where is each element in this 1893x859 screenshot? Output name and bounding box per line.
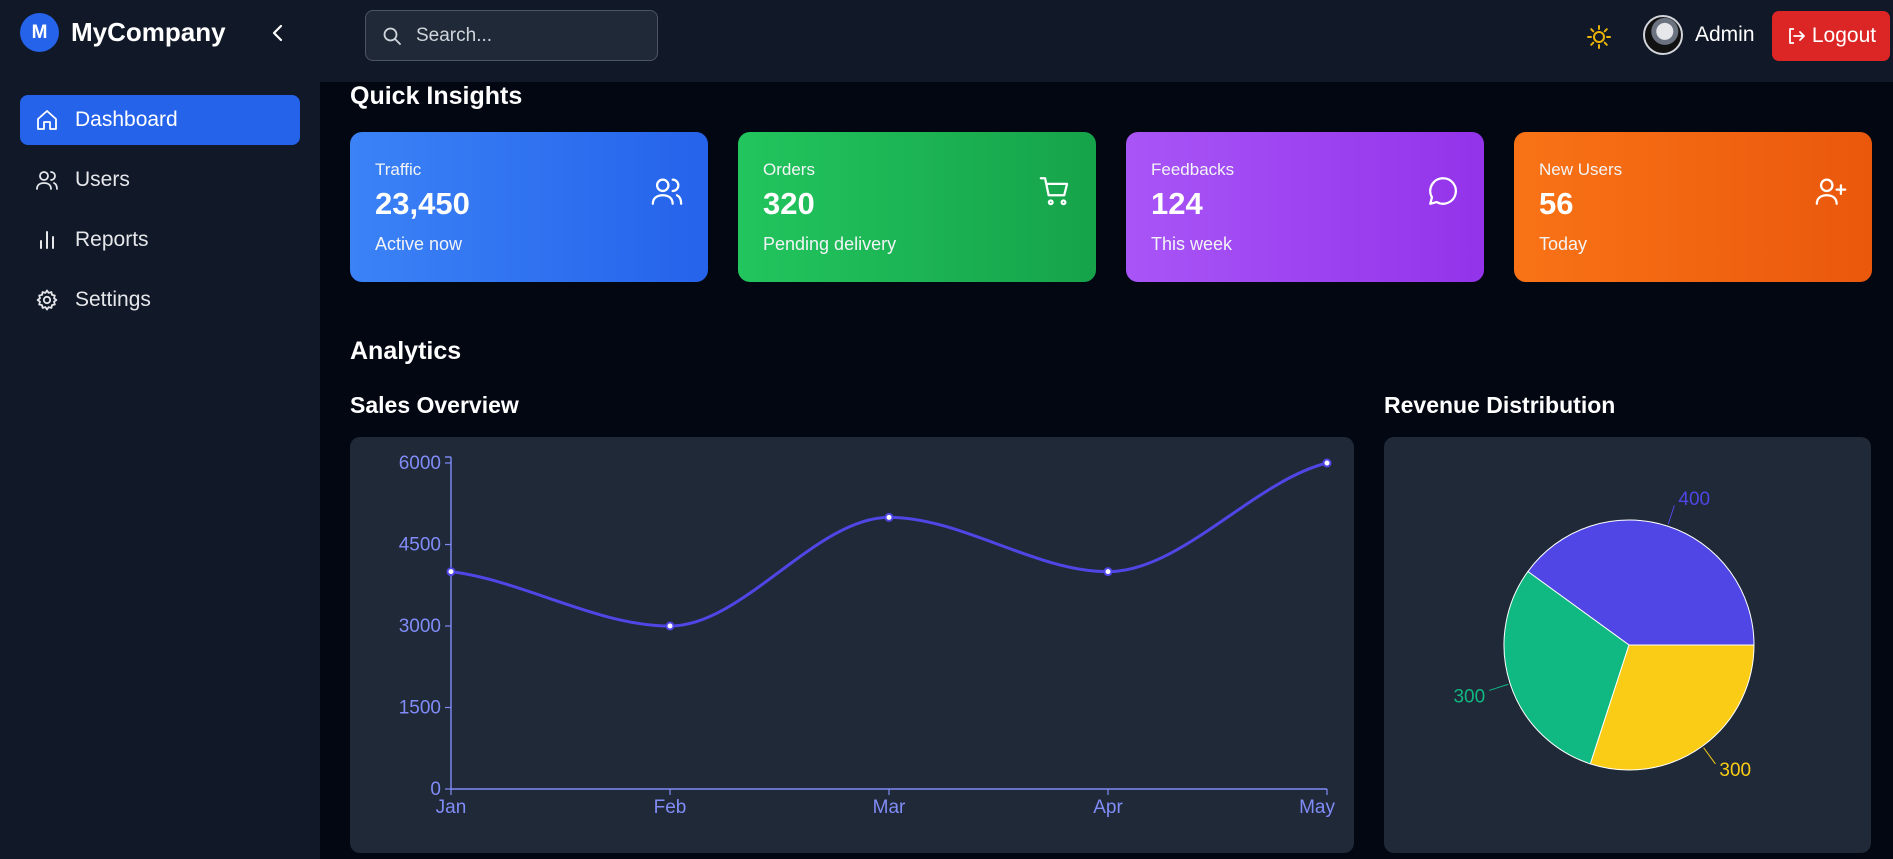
brand-logo: M <box>20 13 59 52</box>
sales-chart-panel: 0 1500 3000 4500 6000 Jan Feb Mar Apr May <box>350 437 1354 853</box>
brand-name: MyCompany <box>71 17 226 47</box>
sidebar-item-reports[interactable]: Reports <box>20 215 300 265</box>
bar-chart-icon <box>35 227 61 253</box>
cart-icon <box>1039 177 1069 206</box>
top-bar: M MyCompany Admin Logout <box>0 0 1893 82</box>
card-subtitle: Active now <box>375 234 463 254</box>
y-tick-label: 4500 <box>399 535 441 556</box>
x-tick-label: Mar <box>873 797 906 818</box>
sales-series-line <box>450 461 1328 628</box>
y-tick-label: 1500 <box>399 698 441 719</box>
pie-value-label: 300 <box>1453 686 1485 707</box>
search-icon <box>383 27 401 45</box>
brand[interactable]: M MyCompany <box>20 13 226 52</box>
data-point <box>446 567 456 577</box>
pie-label-leader <box>1667 505 1675 525</box>
search-box[interactable] <box>365 10 658 61</box>
x-tick-label: Jan <box>436 797 467 818</box>
data-point <box>1103 567 1113 577</box>
sun-icon <box>1587 25 1611 49</box>
stat-card-new-users[interactable]: New Users 56 Today <box>1514 132 1872 282</box>
sidebar-item-label: Settings <box>75 288 151 311</box>
theme-toggle-button[interactable] <box>1586 24 1612 50</box>
data-point <box>665 621 675 631</box>
avatar <box>1643 15 1683 55</box>
home-icon <box>35 107 61 133</box>
revenue-chart-panel: 400 300 300 <box>1384 437 1871 853</box>
stat-card-orders[interactable]: Orders 320 Pending delivery <box>738 132 1096 282</box>
sidebar-item-settings[interactable]: Settings <box>20 275 300 325</box>
revenue-pie-chart: 400 300 300 <box>1453 489 1755 781</box>
analytics-heading: Analytics <box>350 337 462 365</box>
sidebar-item-label: Reports <box>75 228 149 251</box>
sidebar: Dashboard Users Reports Settings <box>0 82 320 859</box>
y-tick-label: 6000 <box>399 453 441 474</box>
logout-button[interactable]: Logout <box>1772 11 1890 61</box>
user-plus-icon <box>1815 178 1847 205</box>
pie-label-leader <box>1489 683 1509 691</box>
stat-card-traffic[interactable]: Traffic 23,450 Active now <box>350 132 708 282</box>
card-title: Feedbacks <box>1151 160 1235 179</box>
users-icon <box>35 167 61 193</box>
sidebar-collapse-button[interactable] <box>265 18 291 48</box>
card-title: New Users <box>1539 160 1623 179</box>
pie-value-label: 400 <box>1678 489 1710 510</box>
quick-insights-heading: Quick Insights <box>350 82 523 110</box>
gear-icon <box>35 287 61 313</box>
card-value: 56 <box>1539 186 1574 221</box>
sidebar-item-users[interactable]: Users <box>20 155 300 205</box>
user-name: Admin <box>1695 23 1755 46</box>
data-point <box>1322 458 1332 468</box>
revenue-distribution-title: Revenue Distribution <box>1384 392 1616 418</box>
chevron-left-icon <box>272 24 283 42</box>
x-tick-label: Apr <box>1093 797 1123 818</box>
card-value: 320 <box>763 186 815 221</box>
sales-line-chart: 01500300045006000Jan Feb Mar Apr May <box>399 453 1336 818</box>
data-point <box>884 512 894 522</box>
users-icon <box>651 178 683 205</box>
message-icon <box>1429 177 1458 205</box>
sales-overview-title: Sales Overview <box>350 392 519 418</box>
card-subtitle: Today <box>1539 234 1588 254</box>
card-value: 124 <box>1151 186 1203 221</box>
card-subtitle: Pending delivery <box>763 234 897 254</box>
x-tick-label: May <box>1299 797 1335 818</box>
pie-label-leader <box>1703 747 1716 765</box>
logout-label: Logout <box>1811 24 1877 47</box>
card-title: Orders <box>763 160 815 179</box>
sidebar-item-label: Dashboard <box>75 108 178 131</box>
pie-value-label: 300 <box>1719 760 1751 781</box>
sidebar-item-label: Users <box>75 168 130 191</box>
search-input[interactable] <box>416 24 636 47</box>
card-title: Traffic <box>375 160 422 179</box>
y-tick-label: 3000 <box>399 616 441 637</box>
card-subtitle: This week <box>1151 234 1233 254</box>
card-value: 23,450 <box>375 186 470 221</box>
user-menu[interactable]: Admin <box>1643 15 1755 55</box>
sidebar-item-dashboard[interactable]: Dashboard <box>20 95 300 145</box>
logout-icon <box>1788 28 1805 44</box>
stat-card-feedbacks[interactable]: Feedbacks 124 This week <box>1126 132 1484 282</box>
x-tick-label: Feb <box>654 797 687 818</box>
